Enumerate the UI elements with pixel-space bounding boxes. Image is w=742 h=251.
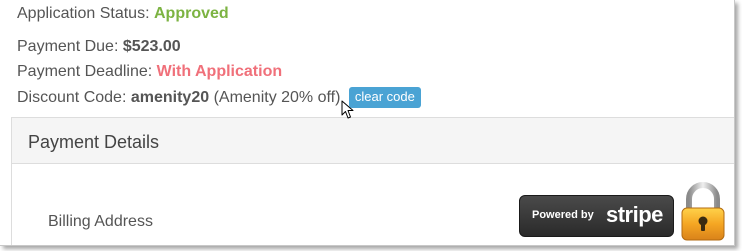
- payment-details-heading: Payment Details: [12, 118, 734, 164]
- powered-by-label: Powered by: [532, 209, 594, 221]
- payment-details-title: Payment Details: [28, 132, 160, 152]
- discount-code: Discount Code: amenity20 (Amenity 20% of…: [17, 87, 421, 108]
- padlock-icon: [681, 182, 725, 241]
- payment-due: Payment Due: $523.00: [17, 37, 181, 57]
- application-status-value: Approved: [153, 5, 229, 22]
- mouse-pointer-icon: [341, 100, 354, 119]
- payment-deadline: Payment Deadline: With Application: [17, 62, 282, 82]
- stripe-wordmark: stripe: [606, 202, 663, 227]
- payment-deadline-value: With Application: [156, 63, 283, 80]
- discount-code-description: (Amenity 20% off): [213, 89, 341, 106]
- payment-due-value: $523.00: [122, 38, 181, 55]
- payment-due-label: Payment Due:: [17, 38, 119, 55]
- discount-code-value: amenity20: [130, 89, 210, 106]
- page-frame: Application Status: Approved Payment Due…: [0, 0, 735, 246]
- powered-by-stripe-badge[interactable]: Powered by stripe: [519, 195, 674, 237]
- payment-deadline-label: Payment Deadline:: [17, 63, 153, 80]
- application-status: Application Status: Approved: [17, 4, 229, 24]
- application-status-label: Application Status:: [17, 5, 150, 22]
- billing-address-label: Billing Address: [48, 213, 153, 230]
- discount-code-label: Discount Code:: [17, 89, 127, 106]
- clear-code-button[interactable]: clear code: [348, 87, 421, 108]
